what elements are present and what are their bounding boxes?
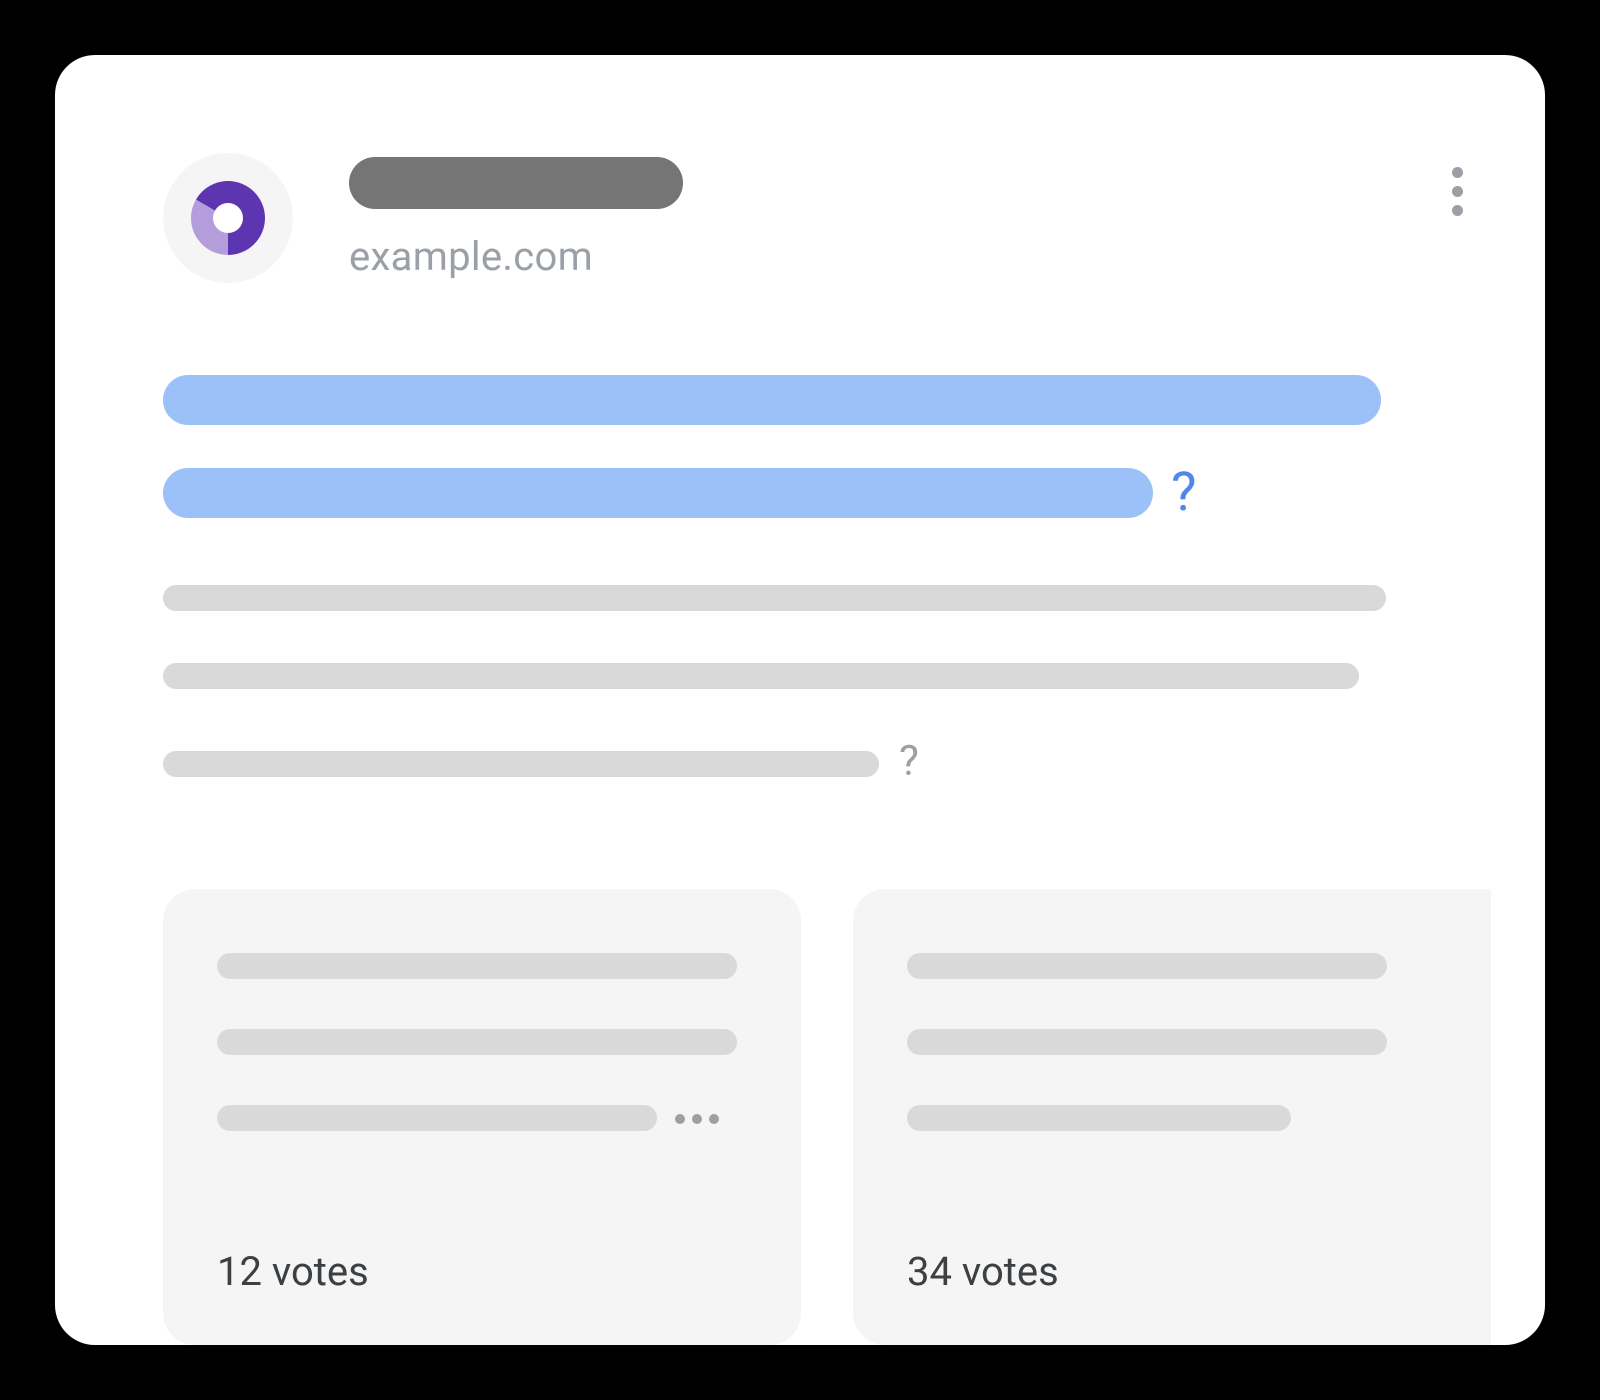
desc-row: ? [163, 741, 1445, 786]
desc-line-placeholder [163, 585, 1386, 611]
title-line-placeholder [163, 468, 1153, 518]
title-question-mark: ? [1171, 461, 1197, 524]
vote-count: 34 votes [907, 1248, 1437, 1295]
desc-line-placeholder [163, 751, 879, 777]
desc-line-placeholder [163, 663, 1359, 689]
avatar-inner-icon [213, 203, 243, 233]
title-row: ? [163, 461, 1479, 524]
ellipsis-icon [675, 1114, 719, 1124]
vote-count: 12 votes [217, 1248, 747, 1295]
desc-question-mark: ? [899, 737, 919, 786]
title-line-placeholder [163, 375, 1381, 425]
card-line-placeholder [907, 1105, 1291, 1131]
card-line-placeholder [217, 953, 737, 979]
more-icon [1452, 167, 1463, 178]
card-line-placeholder [907, 1029, 1387, 1055]
avatar-ring-icon [191, 181, 265, 255]
result-description: ? [163, 585, 1445, 786]
card-row [907, 1105, 1437, 1131]
site-name-placeholder [349, 157, 683, 209]
vote-card[interactable]: 34 votes [853, 889, 1491, 1345]
site-avatar [163, 153, 293, 283]
more-icon [1452, 205, 1463, 216]
more-icon [1452, 186, 1463, 197]
search-result-card: example.com ? ? [55, 55, 1545, 1345]
card-line-placeholder [907, 953, 1387, 979]
card-line-placeholder [217, 1029, 737, 1055]
header-text: example.com [349, 157, 683, 280]
result-header: example.com [163, 153, 1465, 283]
card-line-placeholder [217, 1105, 657, 1131]
card-row [217, 1105, 747, 1131]
more-options-button[interactable] [1437, 163, 1477, 219]
result-title-link[interactable]: ? [163, 375, 1479, 524]
vote-cards-row: 12 votes 34 votes [163, 889, 1545, 1345]
site-domain: example.com [349, 233, 683, 280]
vote-card[interactable]: 12 votes [163, 889, 801, 1345]
